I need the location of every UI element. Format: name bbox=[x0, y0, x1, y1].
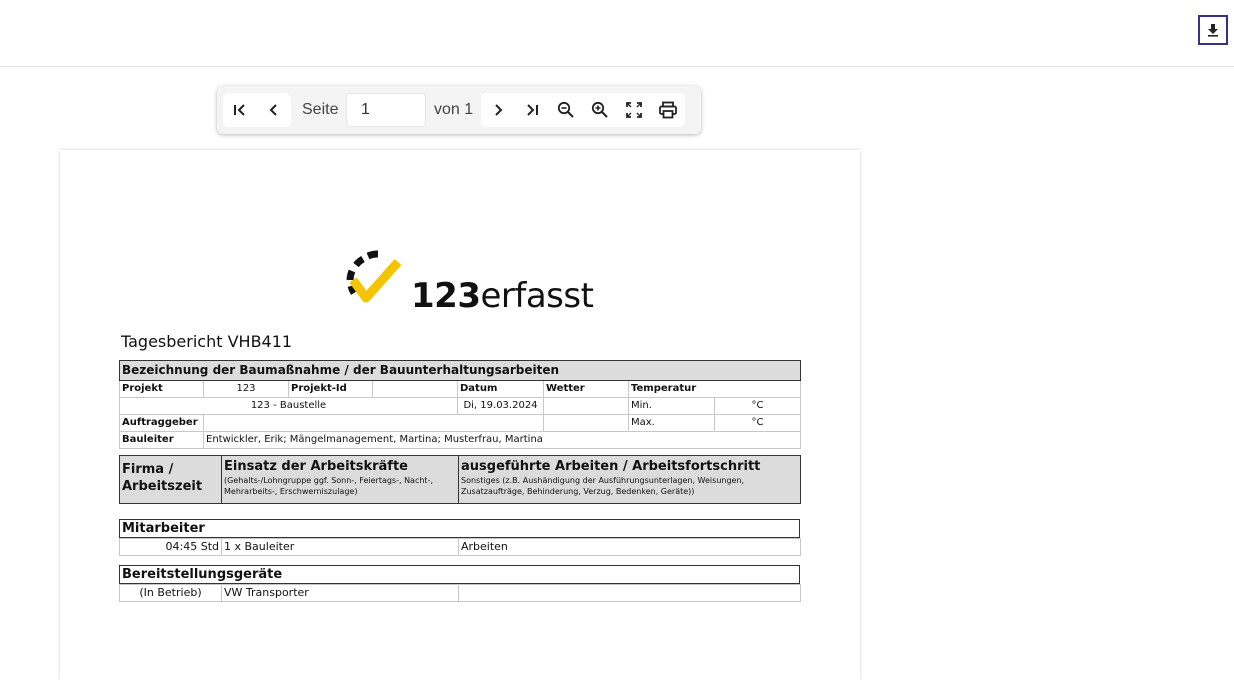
zoom-in-icon bbox=[591, 101, 608, 118]
mitarbeiter-count: 1 x Bauleiter bbox=[221, 538, 459, 556]
columns-header-table: Firma / Arbeitszeit Einsatz der Arbeitskr… bbox=[119, 455, 801, 504]
auftraggeber-value bbox=[203, 414, 544, 432]
empty-cell bbox=[543, 414, 629, 432]
project-section-title: Bezeichnung der Baumaßnahme / der Bauunt… bbox=[118, 360, 802, 381]
date-value: Di, 19.03.2024 bbox=[457, 397, 544, 415]
first-page-button[interactable] bbox=[223, 93, 257, 127]
logo-check-icon bbox=[346, 250, 402, 303]
projekt-name: 123 - Baustelle bbox=[119, 397, 458, 415]
last-page-button[interactable] bbox=[515, 93, 549, 127]
wetter-label: Wetter bbox=[543, 380, 629, 398]
auftraggeber-label: Auftraggeber bbox=[119, 414, 204, 432]
table-row: (In Betrieb) VW Transporter bbox=[119, 584, 801, 602]
fullscreen-icon bbox=[626, 102, 642, 118]
temp-min-unit: °C bbox=[713, 397, 802, 415]
geraet-status: (In Betrieb) bbox=[119, 584, 222, 602]
report-title: Tagesbericht VHB411 bbox=[121, 332, 293, 351]
page-count-label: von 1 bbox=[434, 101, 474, 118]
geraet-note bbox=[458, 584, 801, 602]
bauleiter-value: Entwickler, Erik; Mängelmanagement, Mart… bbox=[202, 431, 802, 449]
pdf-toolbar: Seite von 1 bbox=[217, 86, 701, 134]
wetter-value bbox=[543, 397, 629, 415]
logo-text: 123erfasst bbox=[411, 276, 594, 316]
temperatur-label: Temperatur bbox=[627, 380, 802, 398]
next-page-button[interactable] bbox=[481, 93, 515, 127]
download-button[interactable] bbox=[1198, 15, 1228, 45]
mitarbeiter-title: Mitarbeiter bbox=[119, 519, 800, 538]
einsatz-header: Einsatz der Arbeitskräfte (Gehalts-/Lohn… bbox=[221, 455, 459, 504]
bauleiter-label: Bauleiter bbox=[119, 431, 204, 449]
temp-max-label: Max. bbox=[628, 414, 715, 432]
last-page-icon bbox=[527, 104, 538, 116]
first-page-icon bbox=[234, 104, 245, 116]
geraet-name: VW Transporter bbox=[221, 584, 459, 602]
zoom-out-icon bbox=[557, 101, 574, 118]
nav-prev-group bbox=[223, 93, 291, 127]
geraete-title: Bereitstellungsgeräte bbox=[119, 565, 800, 584]
mitarbeiter-work: Arbeiten bbox=[458, 538, 801, 556]
print-button[interactable] bbox=[651, 93, 685, 127]
projekt-id-value bbox=[372, 380, 458, 398]
mitarbeiter-table: 04:45 Std 1 x Bauleiter Arbeiten bbox=[119, 538, 801, 556]
projekt-id-label: Projekt-Id bbox=[288, 380, 373, 398]
projekt-label: Projekt bbox=[119, 380, 204, 398]
firma-header: Firma / Arbeitszeit bbox=[119, 455, 222, 504]
zoom-out-button[interactable] bbox=[549, 93, 583, 127]
fullscreen-button[interactable] bbox=[617, 93, 651, 127]
nav-next-group bbox=[481, 93, 685, 127]
download-icon bbox=[1208, 24, 1218, 37]
print-icon bbox=[659, 101, 677, 119]
zoom-in-button[interactable] bbox=[583, 93, 617, 127]
chevron-left-icon bbox=[269, 104, 277, 116]
projekt-value: 123 bbox=[203, 380, 289, 398]
temp-max-unit: °C bbox=[713, 414, 802, 432]
table-row: 04:45 Std 1 x Bauleiter Arbeiten bbox=[119, 538, 801, 556]
mitarbeiter-time: 04:45 Std bbox=[119, 538, 222, 556]
top-bar bbox=[0, 0, 1234, 67]
page-label: Seite bbox=[302, 101, 339, 118]
prev-page-button[interactable] bbox=[257, 93, 291, 127]
datum-label: Datum bbox=[457, 380, 544, 398]
project-table: Bezeichnung der Baumaßnahme / der Bauunt… bbox=[118, 360, 802, 449]
arbeiten-header: ausgeführte Arbeiten / Arbeitsfortschrit… bbox=[458, 455, 801, 504]
temp-min-label: Min. bbox=[628, 397, 715, 415]
page-number-input[interactable] bbox=[346, 93, 426, 127]
chevron-right-icon bbox=[495, 104, 503, 116]
geraete-table: (In Betrieb) VW Transporter bbox=[119, 584, 801, 602]
